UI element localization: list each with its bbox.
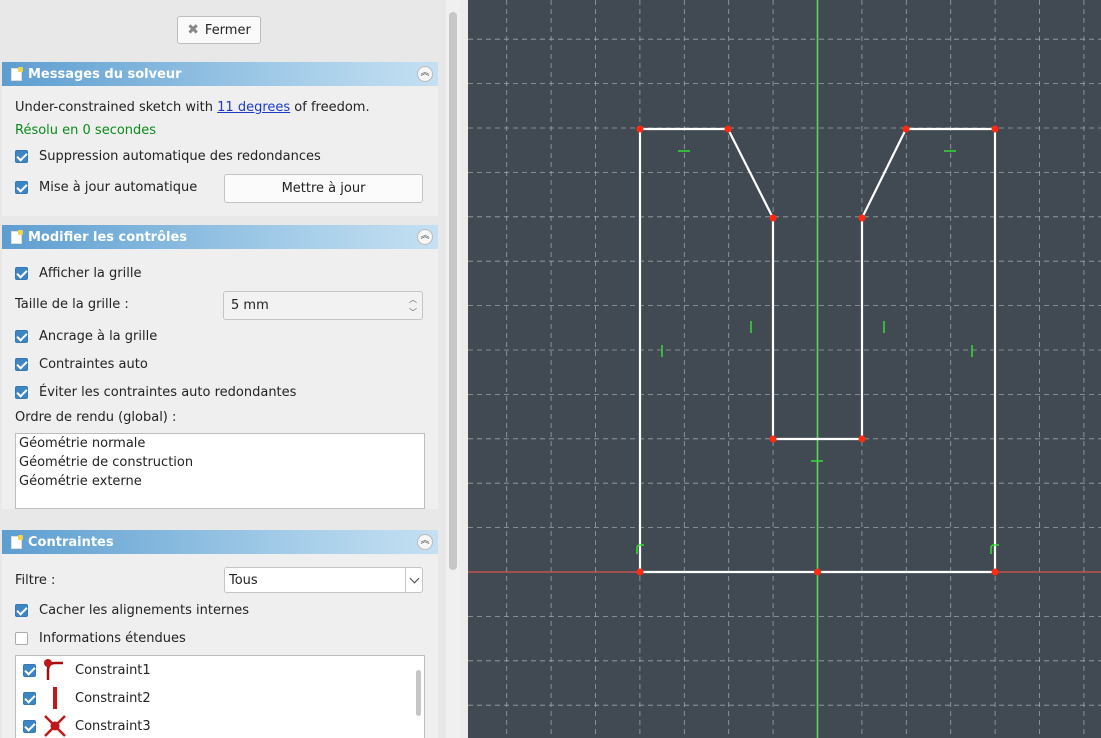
auto-remove-redundants-label: Suppression automatique des redondances [39,149,321,164]
extended-info-checkbox[interactable] [15,632,28,645]
vertex-point [769,435,777,443]
filter-select[interactable]: Tous [224,567,423,593]
hide-internal-checkbox[interactable] [15,604,28,617]
render-order-label: Ordre de rendu (global) : [15,410,177,425]
render-order-item[interactable]: Géométrie normale [19,436,145,451]
close-button-label: Fermer [204,22,251,38]
symmetric-constraint-icon [44,715,66,737]
constraints-title: Contraintes [28,534,114,550]
collapse-icon[interactable]: ︽ [417,229,433,245]
sketch-grid [468,0,1101,738]
grid-size-spinbox[interactable]: 5 mm ︿ ﹀ [223,291,423,320]
render-order-list[interactable]: Géométrie normale Géométrie de construct… [15,433,425,509]
grid-snap-checkbox[interactable] [15,330,28,343]
solver-messages-header[interactable]: Messages du solveur ︽ [2,62,438,86]
panel-splitter[interactable] [460,0,468,738]
list-scrollbar[interactable] [416,670,421,716]
hide-internal-option[interactable]: Cacher les alignements internes [15,603,249,618]
constraint-visible-checkbox[interactable] [23,691,36,705]
solver-messages-box: Messages du solveur ︽ Under-constrained … [2,62,438,216]
auto-remove-redundants-option[interactable]: Suppression automatique des redondances [15,149,321,164]
close-icon: ✖ [187,22,199,38]
constraint-name: Constraint3 [75,718,151,734]
document-icon [11,534,23,549]
task-panel: ✖ Fermer Messages du solveur ︽ Under-con… [0,0,446,738]
vertex-point [991,125,999,133]
avoid-redundant-option[interactable]: Éviter les contraintes auto redondantes [15,385,296,400]
constraint-name: Constraint1 [75,662,151,678]
chevron-down-icon[interactable] [405,568,422,592]
constraint-visible-checkbox[interactable] [23,719,36,733]
update-button[interactable]: Mettre à jour [224,174,423,203]
extended-info-option[interactable]: Informations étendues [15,631,186,646]
render-order-item[interactable]: Géométrie de construction [19,455,193,470]
render-order-item[interactable]: Géométrie externe [19,474,142,489]
show-grid-option[interactable]: Afficher la grille [15,266,141,281]
spin-arrows-icon[interactable]: ︿ ﹀ [406,293,420,319]
auto-update-label: Mise à jour automatique [39,180,198,195]
auto-remove-redundants-checkbox[interactable] [15,150,28,163]
show-grid-label: Afficher la grille [39,266,142,281]
constraints-box: Contraintes ︽ Filtre : Tous Cacher les a… [2,530,438,738]
document-icon [11,66,23,81]
constraint-row[interactable]: Constraint1 [23,657,151,683]
vertex-point [636,125,644,133]
coincident-curve-icon [44,659,63,680]
extended-info-label: Informations étendues [39,631,186,646]
edit-controls-box: Modifier les contrôles ︽ Afficher la gri… [2,225,438,509]
sketch-viewport[interactable] [468,0,1101,738]
constraint-list[interactable]: Constraint1 Constraint2 Constraint3 [15,655,425,738]
filter-label: Filtre : [15,573,56,588]
vertex-point [858,214,866,222]
panel-scroll-thumb[interactable] [449,12,457,570]
close-button[interactable]: ✖ Fermer [177,16,261,44]
solver-status-suffix: of freedom. [294,100,370,115]
solver-status-prefix: Under-constrained sketch with [15,100,213,115]
constraints-header[interactable]: Contraintes ︽ [2,530,438,554]
solver-messages-title: Messages du solveur [28,66,182,82]
auto-constraints-label: Contraintes auto [39,357,148,372]
sketch-canvas[interactable] [468,0,1101,738]
vertex-point [724,125,732,133]
avoid-redundant-label: Éviter les contraintes auto redondantes [39,385,297,400]
auto-update-option[interactable]: Mise à jour automatique [15,180,197,195]
document-icon [11,229,23,244]
vertex-point [858,435,866,443]
edit-controls-header[interactable]: Modifier les contrôles ︽ [2,225,438,249]
panel-scrollbar[interactable] [446,0,460,738]
auto-update-checkbox[interactable] [15,181,28,194]
grid-size-value: 5 mm [231,298,269,313]
solved-time-text: Résolu en 0 secondes [15,123,157,138]
edit-controls-title: Modifier les contrôles [28,229,188,245]
grid-size-label: Taille de la grille : [15,297,129,312]
solver-status-message: Under-constrained sketch with 11 degrees… [15,100,370,115]
hide-internal-label: Cacher les alignements internes [39,603,250,618]
constraint-row[interactable]: Constraint3 [23,713,151,738]
vertical-constraint-icon [53,687,57,709]
collapse-icon[interactable]: ︽ [417,66,433,82]
auto-constraints-option[interactable]: Contraintes auto [15,357,148,372]
vertex-point [902,125,910,133]
vertex-point [636,568,644,576]
update-button-label: Mettre à jour [281,181,366,196]
grid-snap-option[interactable]: Ancrage à la grille [15,329,157,344]
constraint-row[interactable]: Constraint2 [23,685,151,711]
filter-select-value: Tous [229,572,258,588]
avoid-redundant-checkbox[interactable] [15,386,28,399]
collapse-icon[interactable]: ︽ [417,534,433,550]
vertex-point [769,214,777,222]
vertex-point [814,568,821,576]
auto-constraints-checkbox[interactable] [15,358,28,371]
degrees-of-freedom-link[interactable]: 11 degrees [217,100,290,115]
grid-snap-label: Ancrage à la grille [39,329,158,344]
vertex-point [991,568,999,576]
show-grid-checkbox[interactable] [15,267,28,280]
constraint-visible-checkbox[interactable] [23,663,36,677]
constraint-name: Constraint2 [75,690,151,706]
